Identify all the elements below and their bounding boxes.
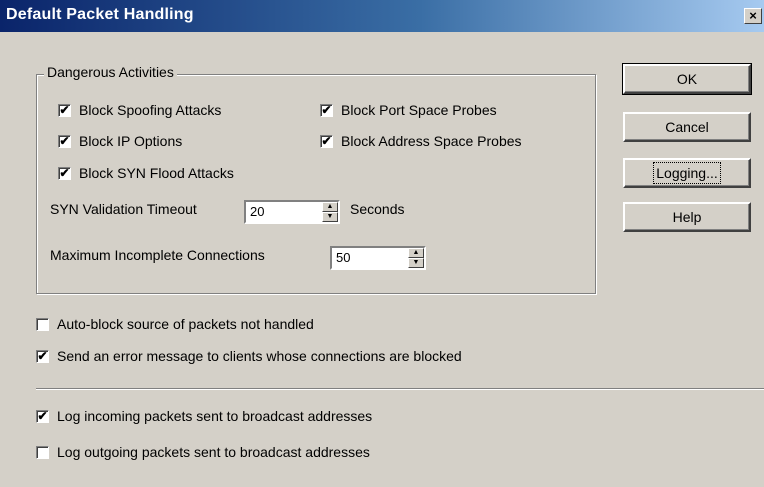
group-legend: Dangerous Activities bbox=[44, 64, 177, 80]
block-spoofing-checkbox[interactable]: ✔ Block Spoofing Attacks bbox=[58, 102, 221, 118]
block-spoofing-label: Block Spoofing Attacks bbox=[79, 102, 222, 118]
ok-button[interactable]: OK bbox=[622, 63, 752, 95]
log-outgoing-label: Log outgoing packets sent to broadcast a… bbox=[57, 444, 370, 460]
spin-down-icon[interactable]: ▼ bbox=[408, 258, 424, 268]
checkbox-icon: ✔ bbox=[320, 102, 333, 117]
checkbox-icon: ✔ bbox=[58, 165, 71, 180]
block-ip-options-label: Block IP Options bbox=[79, 133, 183, 149]
spin-up-icon[interactable]: ▲ bbox=[322, 202, 338, 212]
log-outgoing-checkbox[interactable]: Log outgoing packets sent to broadcast a… bbox=[36, 444, 370, 460]
log-incoming-checkbox[interactable]: ✔ Log incoming packets sent to broadcast… bbox=[36, 408, 372, 424]
block-syn-flood-label: Block SYN Flood Attacks bbox=[79, 165, 234, 181]
max-incomplete-spinner[interactable]: ▲ ▼ bbox=[330, 246, 426, 270]
checkbox-icon: ✔ bbox=[58, 102, 71, 117]
close-button[interactable]: × bbox=[744, 8, 762, 24]
checkbox-icon: ✔ bbox=[36, 348, 49, 363]
window-title: Default Packet Handling bbox=[6, 6, 194, 23]
auto-block-checkbox[interactable]: Auto-block source of packets not handled bbox=[36, 316, 314, 332]
separator bbox=[36, 388, 764, 390]
help-button[interactable]: Help bbox=[623, 202, 751, 232]
block-address-space-label: Block Address Space Probes bbox=[341, 133, 522, 149]
cancel-button[interactable]: Cancel bbox=[623, 112, 751, 142]
checkbox-icon bbox=[36, 317, 49, 331]
syn-timeout-spinner[interactable]: ▲ ▼ bbox=[244, 200, 340, 224]
checkbox-icon: ✔ bbox=[36, 408, 49, 423]
block-ip-options-checkbox[interactable]: ✔ Block IP Options bbox=[58, 133, 182, 149]
checkbox-icon: ✔ bbox=[320, 133, 333, 148]
send-error-checkbox[interactable]: ✔ Send an error message to clients whose… bbox=[36, 348, 462, 364]
syn-timeout-input[interactable] bbox=[246, 202, 302, 220]
checkbox-icon: ✔ bbox=[58, 133, 71, 148]
syn-timeout-unit: Seconds bbox=[350, 201, 405, 217]
checkbox-icon bbox=[36, 445, 49, 459]
spin-down-icon[interactable]: ▼ bbox=[322, 212, 338, 222]
block-port-space-checkbox[interactable]: ✔ Block Port Space Probes bbox=[320, 102, 497, 118]
block-port-space-label: Block Port Space Probes bbox=[341, 102, 497, 118]
spin-up-icon[interactable]: ▲ bbox=[408, 248, 424, 258]
block-syn-flood-checkbox[interactable]: ✔ Block SYN Flood Attacks bbox=[58, 165, 234, 181]
log-incoming-label: Log incoming packets sent to broadcast a… bbox=[57, 408, 373, 424]
logging-button[interactable]: Logging... bbox=[623, 158, 751, 188]
max-incomplete-input[interactable] bbox=[332, 248, 388, 266]
close-icon: × bbox=[749, 8, 757, 23]
send-error-label: Send an error message to clients whose c… bbox=[57, 348, 462, 364]
max-incomplete-label: Maximum Incomplete Connections bbox=[50, 247, 265, 263]
title-bar: Default Packet Handling × bbox=[0, 0, 764, 32]
logging-button-label: Logging... bbox=[653, 162, 721, 184]
syn-timeout-label: SYN Validation Timeout bbox=[50, 201, 197, 217]
auto-block-label: Auto-block source of packets not handled bbox=[57, 316, 314, 332]
block-address-space-checkbox[interactable]: ✔ Block Address Space Probes bbox=[320, 133, 522, 149]
